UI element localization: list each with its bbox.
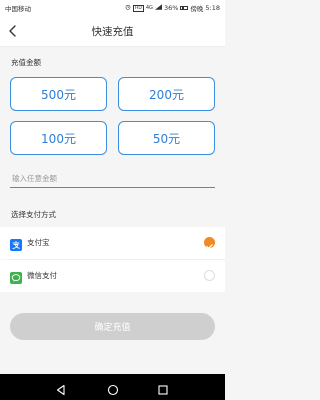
- amount-option-50[interactable]: 50元: [118, 121, 215, 155]
- amount-option-100[interactable]: 100元: [10, 121, 107, 155]
- time-prefix: 傍晚: [190, 5, 204, 13]
- signal-icon: [154, 4, 162, 12]
- custom-amount-input[interactable]: [10, 170, 215, 188]
- alipay-label: 支付宝: [27, 238, 50, 247]
- battery-percent: 36%: [163, 4, 179, 12]
- amount-option-500[interactable]: 500元: [10, 77, 107, 111]
- title-bar: 快速充值: [0, 15, 225, 47]
- amount-option-200[interactable]: 200元: [118, 77, 215, 111]
- payment-option-alipay[interactable]: 支付宝: [0, 227, 225, 259]
- carrier-label: 中国移动: [5, 5, 31, 13]
- page-title: 快速充值: [91, 26, 134, 38]
- confirm-recharge-button[interactable]: 确定充值: [10, 313, 215, 340]
- status-icons: HD 4G 36% 傍晚 5:18: [125, 3, 220, 13]
- nav-back-icon[interactable]: [55, 381, 67, 396]
- hd-badge: HD: [133, 4, 144, 12]
- alarm-icon: [125, 4, 131, 12]
- amount-section-label: 充值金额: [11, 58, 41, 67]
- battery-icon: [180, 5, 189, 11]
- nav-home-icon[interactable]: [107, 381, 119, 396]
- network-label: 4G: [145, 5, 153, 11]
- wechat-pay-radio-unchecked[interactable]: [204, 270, 215, 281]
- clock-time: 5:18: [205, 4, 220, 12]
- wechat-pay-icon: [10, 269, 22, 284]
- payment-section-label: 选择支付方式: [11, 210, 56, 219]
- status-bar: 中国移动 HD 4G 36% 傍晚 5:18: [0, 0, 225, 15]
- system-nav-bar: [0, 374, 225, 400]
- nav-recents-icon[interactable]: [157, 381, 169, 395]
- payment-option-wechat[interactable]: 微信支付: [0, 260, 225, 292]
- alipay-radio-checked[interactable]: [204, 237, 215, 249]
- alipay-icon: [10, 236, 22, 251]
- wechat-pay-label: 微信支付: [27, 271, 57, 280]
